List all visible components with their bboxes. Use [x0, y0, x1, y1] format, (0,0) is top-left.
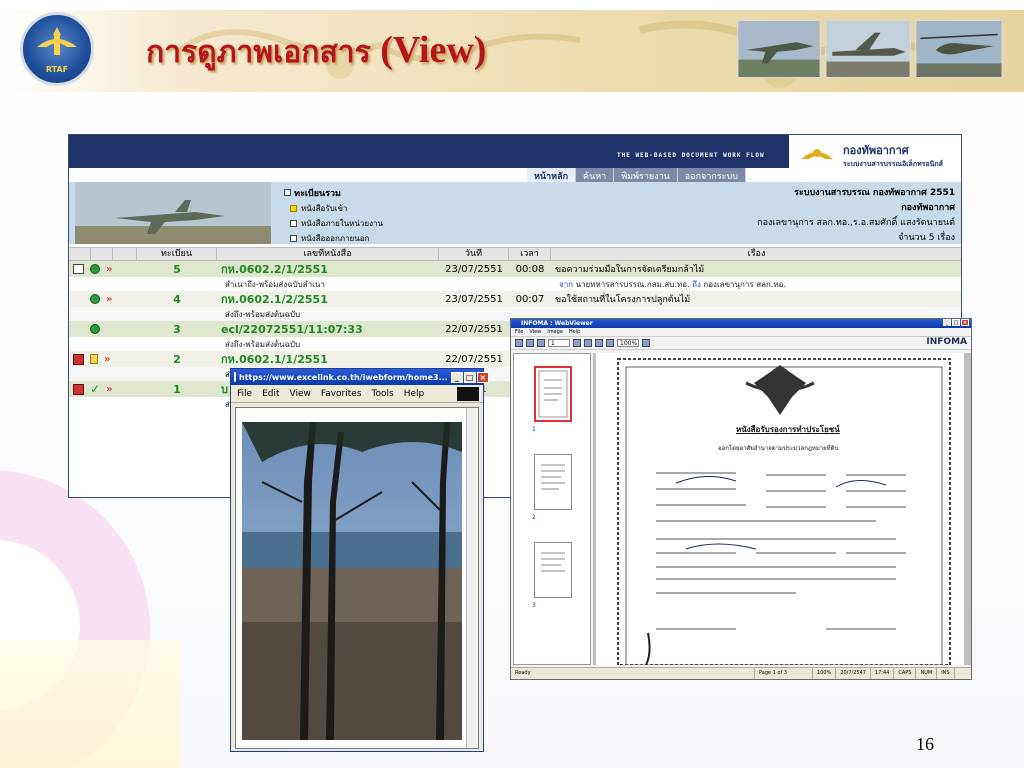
priority-icon: » [106, 383, 113, 395]
menu-view[interactable]: View [529, 328, 541, 336]
priority-icon: » [106, 293, 113, 305]
document-icon [290, 220, 297, 227]
priority-icon: » [106, 263, 113, 275]
folder-icon [290, 205, 297, 212]
slide-title-en: (View) [380, 29, 487, 71]
popup-title-bar: https://www.excelink.co.th/iwebform/home… [231, 369, 489, 385]
tab-print-report[interactable]: พิมพ์รายงาน [614, 168, 678, 182]
next-page-icon[interactable] [573, 339, 581, 347]
rtaf-logo: RTAF [20, 12, 94, 86]
clock-icon [90, 294, 100, 304]
tree-item-incoming[interactable]: หนังสือรับเข้า [290, 202, 383, 215]
popup-content [235, 407, 479, 749]
zoom-in-icon[interactable] [584, 339, 592, 347]
scanned-document: หนังสือรับรองการทำประโยชน์ ออกโดยอาศัยอำ… [596, 353, 964, 665]
slide-title: การดูภาพเอกสาร (View) [146, 28, 486, 76]
popup-menu-bar: File Edit View Favorites Tools Help [231, 385, 483, 403]
clock-icon [90, 264, 100, 274]
priority-icon: » [104, 353, 111, 365]
prev-page-icon[interactable] [537, 339, 545, 347]
viewer-menu-bar: File View Image Help [511, 328, 971, 336]
slide: RTAF การดูภาพเอกสาร (View) THE WEB-BASED… [0, 0, 1024, 768]
app-brand: กองทัพอากาศ ระบบงานสารบรรณอิเล็กทรอนิกส์ [789, 135, 961, 181]
menu-help[interactable]: Help [404, 389, 425, 399]
tab-logout[interactable]: ออกจากระบบ [677, 168, 746, 182]
page-number-field[interactable]: 1 [548, 339, 570, 347]
clock-icon [90, 324, 100, 334]
rotate-icon[interactable] [642, 339, 650, 347]
check-icon: ✓ [90, 382, 101, 396]
jet-header-photo [75, 182, 271, 244]
tab-search[interactable]: ค้นหา [576, 168, 615, 182]
brand-subtitle: ระบบงานสารบรรณอิเล็กทรอนิกส์ [843, 160, 943, 168]
table-row[interactable]: » 4 กห.0602.1/2/2551 23/07/2551 00:07 ขอ… [69, 291, 961, 307]
wings-emblem-icon [801, 149, 833, 159]
doc-subtitle: ออกโดยอาศัยอำนาจตามประมวลกฎหมายที่ดิน [718, 445, 839, 452]
zoom-field[interactable]: 100% [617, 339, 639, 347]
maximize-button[interactable]: □ [463, 371, 476, 383]
thumbnail-panel: 1 2 3 [513, 353, 591, 665]
viewer-status-bar: Ready Page 1 of 3 100% 20/7/2547 17:44 C… [511, 667, 971, 679]
app-header-panel: ทะเบียนรวม หนังสือรับเข้า หนังสือภายในหน… [69, 182, 961, 245]
note-icon[interactable] [90, 354, 98, 364]
tree-item-internal[interactable]: หนังสือภายในหน่วยงาน [290, 217, 383, 230]
browser-icon [234, 372, 236, 382]
page-thumbnail[interactable] [534, 366, 572, 422]
yellow-glow-decoration [0, 640, 180, 768]
menu-view[interactable]: View [290, 389, 311, 399]
table-header: ทะเบียน เลขที่หนังสือ วันที่ เวลา เรื่อง [69, 247, 961, 261]
document-viewer-window: INFOMA : WebViewer _ □ × File View Image… [510, 318, 972, 680]
close-button[interactable]: × [961, 319, 969, 326]
tree-item-outgoing[interactable]: หนังสือออกภายนอก [290, 232, 383, 245]
tree-root[interactable]: ทะเบียนรวม [284, 186, 383, 200]
org-info: ระบบงานสารบรรณ กองทัพอากาศ 2551 กองทัพอา… [757, 188, 955, 243]
viewer-toolbar: 1 100% [511, 336, 971, 350]
app-tabs: หน้าหลัก ค้นหา พิมพ์รายงาน ออกจากระบบ [527, 168, 746, 182]
table-subrow: สำเนาถึง-พร้อมส่งฉบับสำเนา จาก นายทหารสา… [69, 277, 961, 291]
logo-text: RTAF [45, 65, 69, 74]
collapse-icon [284, 189, 291, 196]
menu-file[interactable]: File [237, 389, 252, 399]
windows-logo-icon [457, 386, 479, 401]
fit-page-icon[interactable] [606, 339, 614, 347]
menu-favorites[interactable]: Favorites [321, 389, 362, 399]
helicopter-image [915, 20, 1003, 78]
menu-tools[interactable]: Tools [372, 389, 394, 399]
document-icon [290, 235, 297, 242]
app-banner-text: THE WEB-BASED DOCUMENT WORK FLOW [617, 152, 765, 159]
mail-icon[interactable] [73, 264, 84, 274]
document-page-view: หนังสือรับรองการทำประโยชน์ ออกโดยอาศัยอำ… [593, 353, 971, 665]
zoom-out-icon[interactable] [595, 339, 603, 347]
print-icon[interactable] [526, 339, 534, 347]
attachment-icon[interactable] [73, 383, 84, 395]
viewer-title-bar: INFOMA : WebViewer _ □ × [511, 319, 971, 328]
page-number: 16 [916, 734, 934, 754]
doc-title: หนังสือรับรองการทำประโยชน์ [736, 425, 840, 434]
table-row[interactable]: » 5 กห.0602.2/1/2551 23/07/2551 00:08 ขอ… [69, 261, 961, 277]
close-button[interactable]: × [476, 371, 489, 383]
menu-help[interactable]: Help [569, 328, 580, 336]
slide-title-thai: การดูภาพเอกสาร [146, 35, 371, 70]
brand-title: กองทัพอากาศ [843, 144, 909, 157]
rtaf-emblem-icon [37, 27, 77, 55]
menu-file[interactable]: File [515, 328, 523, 336]
save-icon[interactable] [515, 339, 523, 347]
browser-popup-window: https://www.excelink.co.th/iwebform/home… [230, 368, 489, 752]
minimize-button[interactable]: _ [943, 319, 951, 326]
register-tree: ทะเบียนรวม หนังสือรับเข้า หนังสือภายในหน… [284, 186, 383, 245]
maximize-button[interactable]: □ [952, 319, 960, 326]
page-thumbnail[interactable] [534, 542, 572, 598]
menu-edit[interactable]: Edit [262, 389, 279, 399]
viewer-brand: INFOMA [926, 337, 967, 347]
menu-image[interactable]: Image [547, 328, 563, 336]
popup-scrollbar[interactable] [466, 408, 478, 748]
beach-photo [242, 422, 462, 740]
jet-fighter-image [737, 20, 821, 78]
document-scan-graphic [617, 358, 951, 665]
transport-plane-image [825, 20, 911, 78]
minimize-button[interactable]: _ [450, 371, 463, 383]
page-thumbnail[interactable] [534, 454, 572, 510]
attachment-icon[interactable] [73, 353, 84, 365]
tab-home[interactable]: หน้าหลัก [527, 168, 577, 182]
